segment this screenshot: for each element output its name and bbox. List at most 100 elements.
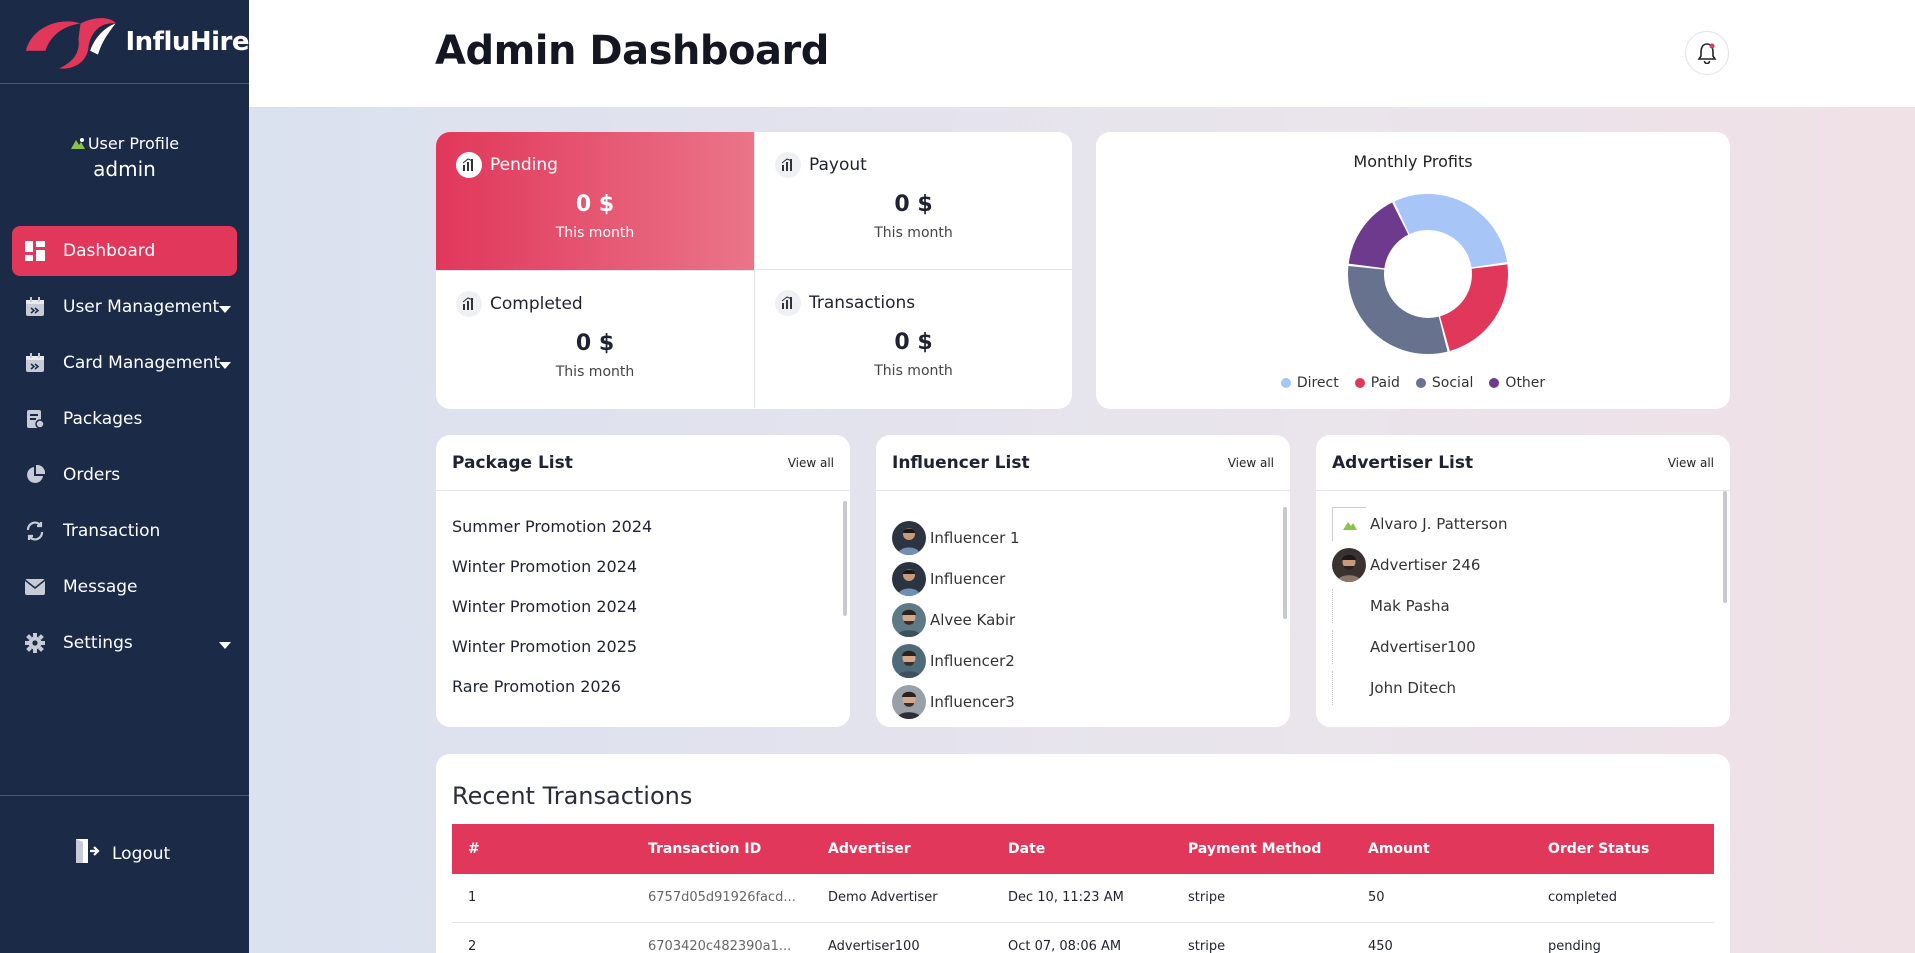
- sidebar-nav: Dashboard User Management Card Managemen…: [12, 226, 237, 674]
- transactions-table: # Transaction ID Advertiser Date Payment…: [452, 824, 1714, 953]
- sidebar-item-message[interactable]: Message: [12, 562, 237, 612]
- list-item[interactable]: Mak Pasha: [1332, 589, 1450, 623]
- legend-label: Social: [1431, 375, 1474, 391]
- person-name: Alvee Kabir: [930, 611, 1016, 629]
- money-icon: [456, 152, 482, 178]
- page-title: Admin Dashboard: [435, 28, 829, 74]
- stat-transactions[interactable]: Transactions 0 $ This month: [754, 270, 1072, 408]
- exchange-icon: [24, 520, 46, 542]
- scrollbar[interactable]: [1723, 491, 1727, 603]
- donut-slice-paid[interactable]: [1440, 264, 1508, 351]
- legend-dot: [1280, 378, 1291, 388]
- legend-item-social[interactable]: Social: [1415, 375, 1474, 391]
- logo[interactable]: InfluHire: [0, 0, 249, 84]
- list-title: Advertiser List: [1332, 452, 1474, 473]
- package-item[interactable]: Winter Promotion 2025: [452, 637, 637, 656]
- column-header[interactable]: Amount: [1352, 824, 1532, 874]
- sidebar-item-card-management[interactable]: Card Management: [12, 338, 237, 388]
- donut-slice-social[interactable]: [1348, 265, 1448, 354]
- list-item[interactable]: Influencer3: [892, 685, 1015, 719]
- column-header[interactable]: Payment Method: [1172, 824, 1352, 874]
- list-item[interactable]: Influencer2: [892, 644, 1015, 678]
- avatar: [892, 644, 926, 678]
- stats-card: Pending 0 $ This month Payout 0 $ This m…: [436, 132, 1072, 409]
- donut-slice-direct[interactable]: [1394, 194, 1508, 268]
- legend-item-other[interactable]: Other: [1489, 375, 1545, 391]
- package-item[interactable]: Winter Promotion 2024: [452, 557, 637, 576]
- stat-period: This month: [874, 225, 953, 241]
- package-item[interactable]: Winter Promotion 2024: [452, 597, 637, 616]
- column-header[interactable]: Date: [992, 824, 1172, 874]
- column-header[interactable]: Advertiser: [812, 824, 992, 874]
- money-icon: [456, 291, 482, 317]
- sidebar-item-settings[interactable]: Settings: [12, 618, 237, 668]
- table-cell: Demo Advertiser: [812, 874, 992, 923]
- recent-transactions-card: Recent Transactions # Transaction ID Adv…: [436, 754, 1730, 953]
- package-icon: [24, 408, 46, 430]
- stat-label: Payout: [809, 155, 867, 175]
- person-name: Influencer3: [930, 693, 1015, 711]
- list-item[interactable]: Alvaro J. Patterson: [1332, 507, 1507, 541]
- avatar: [892, 562, 926, 596]
- sidebar-divider: [0, 795, 249, 796]
- stat-payout[interactable]: Payout 0 $ This month: [754, 132, 1072, 270]
- legend-label: Direct: [1296, 375, 1339, 391]
- profile-image-alt: User Profile: [87, 134, 180, 153]
- stat-pending[interactable]: Pending 0 $ This month: [436, 132, 754, 270]
- user-profile: User Profile admin: [0, 134, 249, 181]
- top-header: Admin Dashboard: [249, 0, 1915, 107]
- scrollbar[interactable]: [1283, 507, 1287, 619]
- logout-button[interactable]: Logout: [74, 838, 170, 869]
- legend-item-paid[interactable]: Paid: [1354, 375, 1400, 391]
- view-all-link[interactable]: View all: [1228, 456, 1274, 470]
- sidebar-item-packages[interactable]: Packages: [12, 394, 237, 444]
- donut-slice-other[interactable]: [1348, 202, 1409, 269]
- profits-title: Monthly Profits: [1353, 152, 1473, 171]
- package-item[interactable]: Summer Promotion 2024: [452, 517, 652, 536]
- stat-period: This month: [555, 364, 635, 380]
- stat-label: Completed: [490, 294, 583, 314]
- app-name: InfluHire: [125, 26, 249, 57]
- list-item[interactable]: Influencer 1: [892, 521, 1020, 555]
- stat-completed[interactable]: Completed 0 $ This month: [436, 270, 754, 408]
- table-cell: pending: [1532, 922, 1714, 953]
- person-name: Alvaro J. Patterson: [1370, 515, 1508, 533]
- stat-period: This month: [874, 363, 953, 379]
- column-header[interactable]: #: [452, 824, 632, 874]
- list-item[interactable]: Advertiser100: [1332, 630, 1476, 664]
- dashboard-icon: [24, 240, 46, 262]
- table-row[interactable]: 1 6757d05d91926facd... Demo Advertiser D…: [452, 874, 1714, 923]
- table-row[interactable]: 2 6703420c482390a1... Advertiser100 Oct …: [452, 922, 1714, 953]
- list-item[interactable]: Advertiser 246: [1332, 548, 1480, 582]
- chevron-down-icon: [219, 635, 231, 655]
- chevron-down-icon: [219, 299, 231, 319]
- package-list-card: Package List View all Summer Promotion 2…: [436, 435, 850, 727]
- scrollbar[interactable]: [843, 501, 847, 616]
- gear-icon: [24, 632, 46, 654]
- legend-item-direct[interactable]: Direct: [1280, 375, 1339, 391]
- sidebar-item-label: Card Management: [63, 353, 221, 373]
- view-all-link[interactable]: View all: [1668, 456, 1714, 470]
- sidebar-item-orders[interactable]: Orders: [12, 450, 237, 500]
- sidebar-item-user-management[interactable]: User Management: [12, 282, 237, 332]
- table-cell: Oct 07, 08:06 AM: [992, 922, 1172, 953]
- avatar-placeholder: [1332, 589, 1366, 623]
- sidebar-item-transaction[interactable]: Transaction: [12, 506, 237, 556]
- column-header[interactable]: Transaction ID: [632, 824, 812, 874]
- table-cell: stripe: [1172, 874, 1352, 923]
- list-item[interactable]: Influencer: [892, 562, 1005, 596]
- notification-button[interactable]: [1685, 31, 1729, 75]
- stat-value: 0 $: [894, 330, 933, 355]
- package-item[interactable]: Rare Promotion 2026: [452, 677, 621, 696]
- pie-chart-icon: [24, 464, 46, 486]
- list-item[interactable]: Alvee Kabir: [892, 603, 1015, 637]
- column-header[interactable]: Order Status: [1532, 824, 1714, 874]
- bell-icon: [1697, 43, 1717, 64]
- list-item[interactable]: John Ditech: [1332, 671, 1456, 705]
- avatar: [892, 685, 926, 719]
- table-header-row: # Transaction ID Advertiser Date Payment…: [452, 824, 1714, 874]
- profits-legend: Direct Paid Social Other: [1096, 375, 1730, 391]
- sidebar-item-label: Dashboard: [63, 241, 156, 261]
- sidebar-item-dashboard[interactable]: Dashboard: [12, 226, 237, 276]
- view-all-link[interactable]: View all: [788, 456, 834, 470]
